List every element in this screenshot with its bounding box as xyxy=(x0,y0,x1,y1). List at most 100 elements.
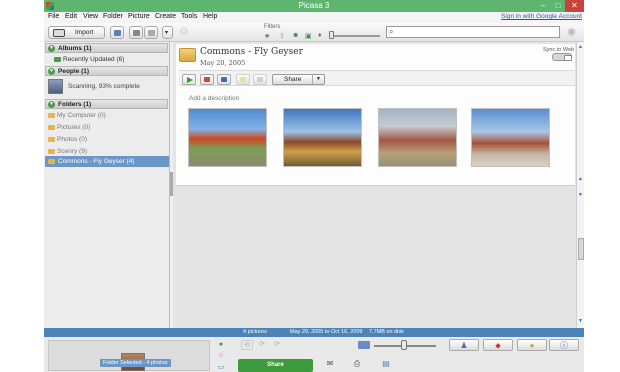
album-label: Recently Updated (6) xyxy=(63,56,125,63)
places-button[interactable]: ⬥ xyxy=(483,339,513,351)
movie-icon xyxy=(221,77,227,82)
list-view-button[interactable] xyxy=(129,26,143,39)
close-button[interactable]: ✕ xyxy=(565,0,584,12)
import-label: Import xyxy=(75,29,94,36)
folder-icon xyxy=(48,149,55,154)
upload-filter-icon[interactable]: ⇧ xyxy=(279,32,285,40)
album-share-button[interactable]: Share ▼ xyxy=(272,74,325,85)
menu-edit[interactable]: Edit xyxy=(65,13,77,20)
scroll-down-icon[interactable]: ▼ xyxy=(578,192,583,198)
camera-icon xyxy=(53,29,65,37)
folder-label: Photos (0) xyxy=(57,136,87,143)
selection-label: Folder Selected - 4 photos xyxy=(100,359,171,367)
people-tool-icon[interactable]: ⚇ xyxy=(180,26,194,39)
photo-thumbnail[interactable] xyxy=(378,108,457,167)
menu-file[interactable]: File xyxy=(48,13,59,20)
save-icon xyxy=(257,77,263,82)
movie-button[interactable] xyxy=(217,74,231,85)
menu-create[interactable]: Create xyxy=(155,13,176,20)
scroll-down-icon[interactable]: ▼ xyxy=(578,318,583,324)
add-to-album-icon[interactable]: ▭ xyxy=(214,363,228,372)
person-icon: ♟ xyxy=(460,341,468,350)
folders-header-label: Folders (1) xyxy=(58,101,92,108)
folder-icon xyxy=(48,125,55,130)
movie-icon[interactable]: ▣ xyxy=(305,32,312,40)
selection-tray[interactable]: Folder Selected - 4 photos xyxy=(48,340,210,371)
people-button[interactable]: ♟ xyxy=(449,339,479,351)
photo-thumbnail[interactable] xyxy=(283,108,362,167)
scroll-up-icon[interactable]: ▲ xyxy=(578,44,583,50)
album-title[interactable]: Commons - Fly Geyser xyxy=(200,47,303,57)
folder-item-photos[interactable]: Photos (0) xyxy=(48,136,87,143)
menu-view[interactable]: View xyxy=(83,13,98,20)
print-icon[interactable]: ⎙ xyxy=(351,359,363,368)
thumbnail-view-button[interactable] xyxy=(144,26,158,39)
upload-button[interactable] xyxy=(110,26,124,39)
slideshow-button[interactable] xyxy=(182,74,196,85)
album-action-bar: Share ▼ xyxy=(179,70,575,86)
rotate-icon[interactable]: ⟳ xyxy=(271,340,283,350)
info-icon: ⓘ xyxy=(560,341,568,350)
geotag-button[interactable] xyxy=(236,74,250,85)
search-box[interactable]: ⌕ xyxy=(386,26,560,38)
chevron-down-icon[interactable]: ▼ xyxy=(312,75,324,84)
email-icon[interactable]: ✉ xyxy=(324,359,336,368)
photo-thumbnail[interactable] xyxy=(471,108,550,167)
clear-icon[interactable]: ○ xyxy=(214,352,228,362)
filter-slider-handle[interactable] xyxy=(329,31,334,39)
hold-pin-icon[interactable]: ● xyxy=(214,341,228,351)
vertical-scrollbar[interactable]: ▲ ▲ ▼ ▼ xyxy=(576,42,584,328)
albums-section-header[interactable]: ▼ Albums (1) xyxy=(45,43,168,53)
people-scan-status: Scanning, 93% complete xyxy=(68,83,140,90)
save-button[interactable] xyxy=(253,74,267,85)
rotate-left-icon[interactable]: ⟲ xyxy=(241,340,253,350)
album-date[interactable]: May 20, 2005 xyxy=(200,59,245,67)
person-icon[interactable]: ☻ xyxy=(292,32,299,39)
people-section-header[interactable]: ▼ People (1) xyxy=(45,66,168,76)
folder-icon xyxy=(48,113,55,118)
search-icon: ⌕ xyxy=(389,27,394,36)
minimize-button[interactable]: – xyxy=(535,0,551,12)
folder-label: Scenry (9) xyxy=(57,148,87,155)
add-description-field[interactable]: Add a description xyxy=(189,95,239,102)
map-pin-icon: ⬥ xyxy=(495,341,501,350)
view-dropdown-button[interactable]: ▾ xyxy=(162,26,173,39)
export-icon[interactable]: ▤ xyxy=(380,359,392,368)
scroll-up-icon[interactable]: ▲ xyxy=(578,176,583,182)
status-picture-count: 4 pictures xyxy=(243,329,267,335)
scrollbar-thumb[interactable] xyxy=(578,238,584,260)
menu-tools[interactable]: Tools xyxy=(181,13,197,20)
geotag-icon[interactable]: ♦ xyxy=(318,32,322,39)
folder-item-selected[interactable]: Commons - Fly Geyser (4) xyxy=(45,156,169,167)
menu-folder[interactable]: Folder xyxy=(103,13,123,20)
menu-help[interactable]: Help xyxy=(203,13,217,20)
collapse-arrow-icon: ▼ xyxy=(48,101,55,108)
import-button[interactable]: Import xyxy=(48,26,105,39)
folder-item-pictures[interactable]: Pictures (0) xyxy=(48,124,90,131)
tray-share-button[interactable]: Share xyxy=(238,359,313,372)
photo-thumbnail[interactable] xyxy=(188,108,267,167)
folders-section-header[interactable]: ▼ Folders (1) xyxy=(45,99,168,109)
filters-label: Filters xyxy=(264,24,281,30)
tag-icon: ● xyxy=(529,341,535,350)
sign-in-link[interactable]: Sign in with Google Account xyxy=(501,13,582,20)
album-item-recently-updated[interactable]: Recently Updated (6) xyxy=(54,56,124,63)
sync-to-web-toggle[interactable] xyxy=(552,53,572,61)
zoom-slider-handle[interactable] xyxy=(401,340,407,350)
maximize-button[interactable]: □ xyxy=(550,0,566,12)
album-view: Commons - Fly Geyser May 20, 2005 Sync t… xyxy=(173,42,576,328)
star-icon[interactable]: ★ xyxy=(264,32,270,40)
folder-item-scenry[interactable]: Scenry (9) xyxy=(48,148,87,155)
tags-button[interactable]: ● xyxy=(517,339,547,351)
info-button[interactable]: ⓘ xyxy=(549,339,579,351)
collage-button[interactable] xyxy=(200,74,214,85)
folder-icon xyxy=(48,137,55,142)
people-scan-row[interactable]: Scanning, 93% complete xyxy=(46,78,168,96)
albums-header-label: Albums (1) xyxy=(58,45,92,52)
rotate-right-icon[interactable]: ⟳ xyxy=(256,340,268,350)
gear-icon[interactable]: ✺ xyxy=(567,26,576,39)
collapse-arrow-icon: ▼ xyxy=(48,68,55,75)
toolbar: Import ▾ ⚇ Filters ★ ⇧ ☻ ▣ ♦ ⌕ ✺ xyxy=(44,23,584,42)
menu-picture[interactable]: Picture xyxy=(128,13,150,20)
folder-item-my-computer[interactable]: My Computer (0) xyxy=(48,112,106,119)
